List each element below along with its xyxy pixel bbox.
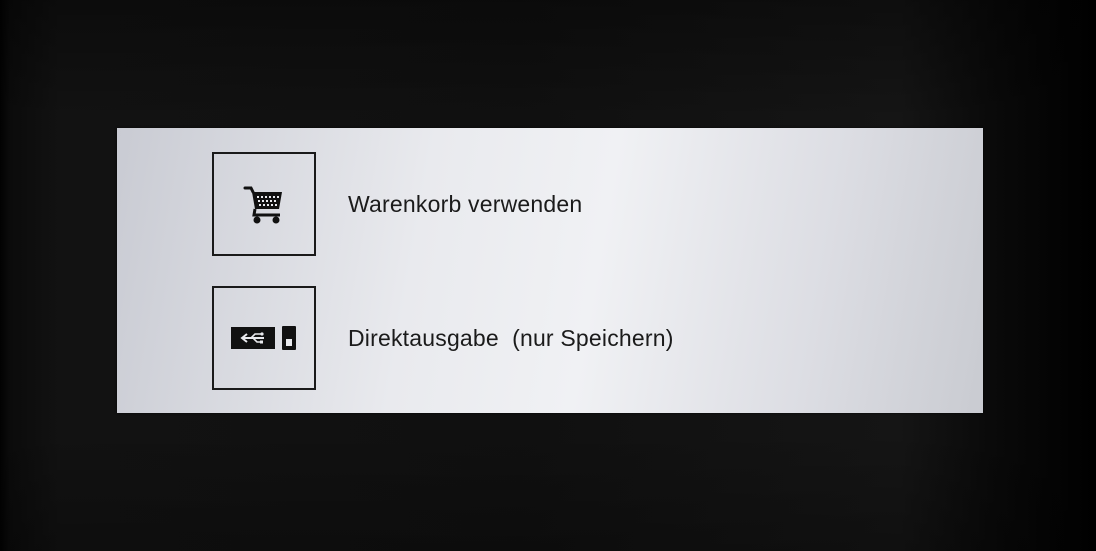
- use-cart-button[interactable]: [212, 152, 316, 256]
- shopping-cart-icon: [243, 186, 282, 224]
- use-cart-label: Warenkorb verwenden: [348, 190, 583, 217]
- direct-output-label: Direktausgabe (nur Speichern): [348, 324, 674, 351]
- direct-output-button[interactable]: [212, 286, 316, 390]
- usb-device-icon: [231, 326, 296, 350]
- direct-output-option[interactable]: Direktausgabe (nur Speichern): [212, 283, 674, 393]
- use-cart-option[interactable]: Warenkorb verwenden: [212, 149, 582, 259]
- output-mode-dialog: Warenkorb verwenden Direktausgabe (nur S…: [117, 128, 983, 413]
